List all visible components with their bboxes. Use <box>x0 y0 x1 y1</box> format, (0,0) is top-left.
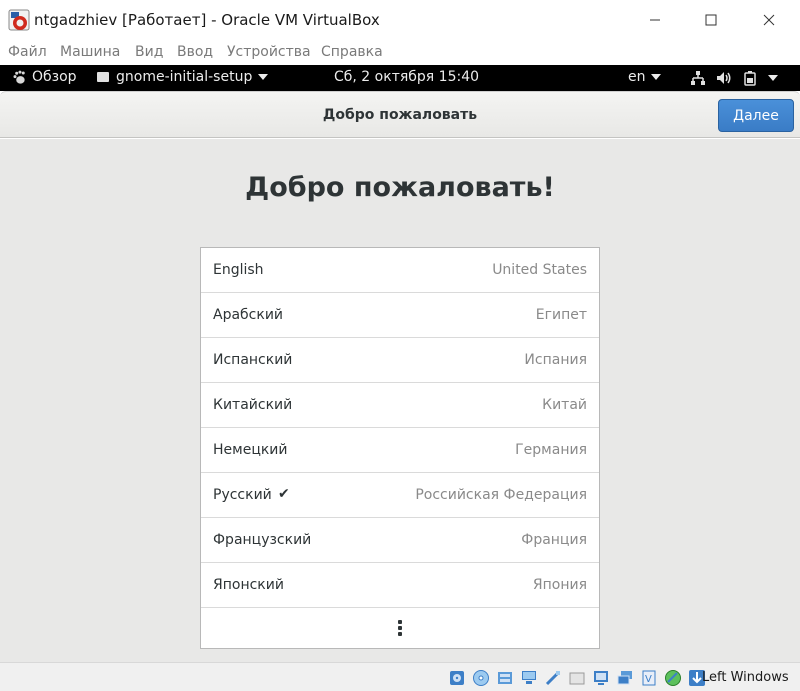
page-title: Добро пожаловать <box>322 107 478 123</box>
language-name: Немецкий <box>213 442 288 458</box>
network-icon[interactable] <box>519 668 539 688</box>
menu-machine[interactable]: Машина <box>60 44 120 60</box>
next-button[interactable]: Далее <box>718 99 794 132</box>
video-capture-icon[interactable] <box>615 668 635 688</box>
language-row[interactable]: Испанский Испания <box>201 338 599 383</box>
chevron-down-icon <box>650 74 661 80</box>
shared-folders-icon[interactable] <box>567 668 587 688</box>
input-language-label: en <box>628 69 646 85</box>
menu-help[interactable]: Справка <box>321 44 383 60</box>
language-name: Арабский <box>213 307 284 323</box>
close-icon <box>763 14 775 26</box>
minimize-button[interactable] <box>632 0 678 40</box>
gnome-foot-icon <box>13 70 25 84</box>
setup-header-bar: Добро пожаловать Далее <box>0 91 800 138</box>
checkmark-icon: ✔ <box>278 486 290 502</box>
welcome-page: Добро пожаловать! English United States … <box>0 139 800 662</box>
virtualbox-app-icon[interactable] <box>8 9 30 31</box>
activities-label: Обзор <box>32 69 77 85</box>
language-region: Китай <box>542 397 587 413</box>
clock[interactable]: Сб, 2 октября 15:40 <box>334 69 479 85</box>
language-region: Япония <box>532 577 587 593</box>
language-region: Египет <box>535 307 587 323</box>
hard-disk-icon[interactable] <box>447 668 467 688</box>
battery-icon <box>744 71 756 86</box>
network-wired-icon <box>691 71 705 85</box>
menu-devices[interactable]: Устройства <box>227 44 311 60</box>
language-row-selected[interactable]: Русский ✔ Российская Федерация <box>201 473 599 518</box>
display-icon[interactable] <box>591 668 611 688</box>
minimize-icon <box>650 19 660 21</box>
optical-drive-icon[interactable] <box>471 668 491 688</box>
language-name: English <box>213 262 264 278</box>
app-menu[interactable]: gnome-initial-setup <box>96 69 269 85</box>
chevron-down-icon <box>768 75 778 81</box>
system-menu[interactable] <box>690 70 778 86</box>
language-row[interactable]: Японский Япония <box>201 563 599 608</box>
chevron-down-icon <box>258 74 269 80</box>
volume-icon <box>717 72 731 84</box>
activities-button[interactable]: Обзор <box>12 69 77 85</box>
maximize-button[interactable] <box>688 0 734 40</box>
welcome-heading: Добро пожаловать! <box>245 172 555 203</box>
audio-icon[interactable] <box>495 668 515 688</box>
show-more-languages-button[interactable] <box>201 608 599 648</box>
language-row[interactable]: Французский Франция <box>201 518 599 563</box>
app-menu-label: gnome-initial-setup <box>116 69 253 85</box>
close-button[interactable] <box>746 0 792 40</box>
menu-view[interactable]: Вид <box>135 44 163 60</box>
language-name: Русский <box>213 487 272 503</box>
mouse-integration-icon[interactable] <box>663 668 683 688</box>
vbox-menubar: Файл Машина Вид Ввод Устройства Справка <box>0 42 800 64</box>
input-language-indicator[interactable]: en <box>628 69 661 85</box>
vbox-statusbar: V Left Windows <box>0 662 800 691</box>
language-region: Российская Федерация <box>415 487 587 503</box>
language-name: Французский <box>213 532 312 548</box>
language-list: English United States Арабский Египет Ис… <box>200 247 600 649</box>
language-region: Германия <box>515 442 587 458</box>
window-titlebar: ntgadzhiev [Работает] - Oracle VM Virtua… <box>0 0 800 42</box>
language-row[interactable]: Китайский Китай <box>201 383 599 428</box>
language-row[interactable]: English United States <box>201 248 599 293</box>
svg-text:V: V <box>645 674 652 685</box>
app-window-icon <box>97 72 109 82</box>
language-name: Китайский <box>213 397 293 413</box>
language-region: Испания <box>524 352 587 368</box>
language-name: Японский <box>213 577 284 593</box>
language-region: Франция <box>521 532 587 548</box>
view-more-icon <box>398 620 402 636</box>
maximize-icon <box>705 14 717 26</box>
language-region: United States <box>492 262 587 278</box>
menu-input[interactable]: Ввод <box>177 44 213 60</box>
language-row[interactable]: Немецкий Германия <box>201 428 599 473</box>
gnome-topbar: Обзор gnome-initial-setup Сб, 2 октября … <box>0 65 800 91</box>
usb-icon[interactable] <box>543 668 563 688</box>
window-title: ntgadzhiev [Работает] - Oracle VM Virtua… <box>34 11 380 29</box>
virtualization-icon[interactable]: V <box>639 668 659 688</box>
host-key-label: Left Windows <box>702 670 789 685</box>
language-row[interactable]: Арабский Египет <box>201 293 599 338</box>
language-name: Испанский <box>213 352 293 368</box>
menu-file[interactable]: Файл <box>8 44 47 60</box>
